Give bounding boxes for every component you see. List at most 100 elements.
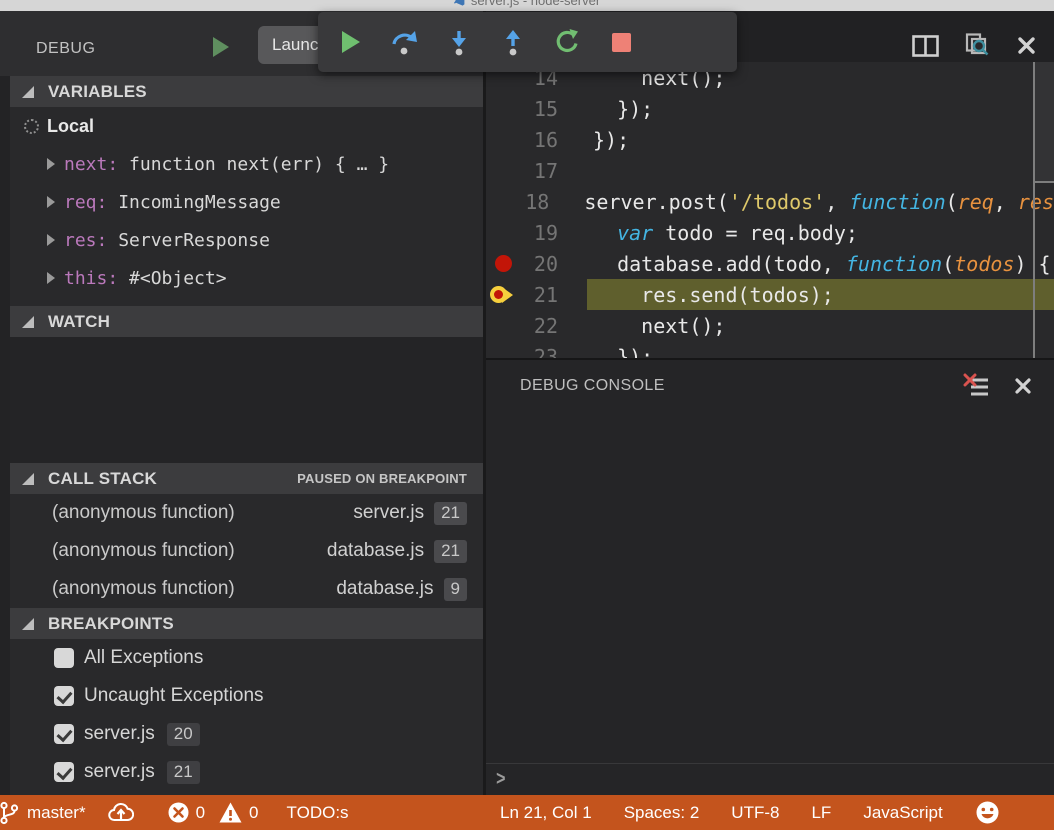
step-out-icon[interactable] xyxy=(493,20,533,64)
debug-sidebar: DEBUG Launch VARIABLES Local next: funct… xyxy=(0,11,483,795)
breakpoint-line-badge: 20 xyxy=(167,723,200,746)
language-mode-indicator[interactable]: JavaScript xyxy=(863,803,942,823)
git-branch-indicator[interactable]: master* xyxy=(2,801,86,825)
code-line: 21 res.send(todos); xyxy=(486,279,1054,310)
step-into-icon[interactable] xyxy=(439,20,479,64)
line-number: 21 xyxy=(520,283,558,307)
watch-section-header[interactable]: WATCH xyxy=(10,306,483,337)
breakpoint-icon xyxy=(495,255,512,272)
stop-icon[interactable] xyxy=(601,20,641,64)
console-prompt: > xyxy=(496,768,505,791)
breakpoint-gutter[interactable] xyxy=(486,93,520,124)
smiley-icon xyxy=(975,800,1000,825)
app-icon xyxy=(454,0,465,6)
debug-console-input[interactable]: > xyxy=(486,763,1054,795)
breakpoint-gutter[interactable] xyxy=(486,310,520,341)
split-editor-icon[interactable] xyxy=(912,35,939,57)
restart-icon[interactable] xyxy=(547,20,587,64)
debug-console-panel: DEBUG CONSOLE > xyxy=(486,358,1054,795)
editor-scrollbar-thumb[interactable] xyxy=(1035,62,1054,183)
debug-view-title: DEBUG xyxy=(36,40,95,58)
breakpoint-gutter[interactable] xyxy=(486,279,520,310)
breakpoint-checkbox[interactable] xyxy=(54,686,74,706)
code-line: 23 }); xyxy=(486,341,1054,358)
window-titlebar[interactable]: server.js - node-server xyxy=(0,0,1054,11)
code-line: 20 database.add(todo, function(todos) { xyxy=(486,248,1054,279)
code-line: 19 var todo = req.body; xyxy=(486,217,1054,248)
breakpoint-checkbox[interactable] xyxy=(54,762,74,782)
breakpoint-gutter[interactable] xyxy=(486,248,520,279)
eol-indicator[interactable]: LF xyxy=(811,803,831,823)
variable-row[interactable]: res: ServerResponse xyxy=(10,221,483,259)
continue-icon[interactable] xyxy=(331,20,371,64)
call-stack-section-header[interactable]: CALL STACK PAUSED ON BREAKPOINT xyxy=(10,463,483,494)
expand-icon xyxy=(47,196,55,208)
code-text: }); xyxy=(593,128,629,152)
code-text: server.post('/todos', function(req, res xyxy=(584,190,1054,214)
breakpoint-checkbox[interactable] xyxy=(54,648,74,668)
encoding-indicator[interactable]: UTF-8 xyxy=(731,803,779,823)
step-over-icon[interactable] xyxy=(385,20,425,64)
cursor-position-indicator[interactable]: Ln 21, Col 1 xyxy=(500,803,592,823)
breakpoints-section-header[interactable]: BREAKPOINTS xyxy=(10,608,483,639)
variable-name: this: xyxy=(64,268,118,289)
line-number: 16 xyxy=(520,128,558,152)
debug-toolbar xyxy=(318,12,737,72)
breakpoint-gutter[interactable] xyxy=(486,124,520,155)
breakpoint-gutter[interactable] xyxy=(486,341,520,358)
frame-location: database.js 21 xyxy=(327,540,467,563)
line-number: 22 xyxy=(520,314,558,338)
frame-line-badge: 21 xyxy=(434,540,467,563)
start-debug-icon[interactable] xyxy=(213,37,229,57)
variables-section-header[interactable]: VARIABLES xyxy=(10,76,483,107)
frame-name: (anonymous function) xyxy=(52,540,235,562)
breakpoint-row[interactable]: server.js20 xyxy=(10,715,483,753)
todo-indicator[interactable]: TODO:s xyxy=(287,803,349,823)
breakpoint-row[interactable]: Uncaught Exceptions xyxy=(10,677,483,715)
code-text: }); xyxy=(593,345,653,359)
warnings-indicator[interactable]: 0 xyxy=(219,802,258,823)
cloud-upload-icon xyxy=(108,802,134,824)
close-icon[interactable] xyxy=(1014,377,1032,395)
breakpoint-row[interactable]: All Exceptions xyxy=(10,639,483,677)
open-preview-icon[interactable] xyxy=(965,33,991,58)
warning-icon xyxy=(219,802,242,823)
sync-changes-button[interactable] xyxy=(108,802,134,824)
vscode-debug-window: server.js - node-server DEBUG Launch VAR… xyxy=(0,0,1054,830)
call-stack-frame[interactable]: (anonymous function) database.js 21 xyxy=(10,532,483,570)
frame-line-badge: 9 xyxy=(444,578,467,601)
git-branch-label: master* xyxy=(27,803,86,823)
variable-name: next: xyxy=(64,154,118,175)
frame-line-badge: 21 xyxy=(434,502,467,525)
breakpoint-checkbox[interactable] xyxy=(54,724,74,744)
frame-file: server.js xyxy=(353,502,424,524)
call-stack-frame[interactable]: (anonymous function)database.js9 xyxy=(10,570,483,608)
code-line: 22 next(); xyxy=(486,310,1054,341)
code-editor[interactable]: 14 next();15 });16});1718server.post('/t… xyxy=(486,62,1054,358)
frame-file: database.js xyxy=(327,540,424,562)
breakpoint-gutter[interactable] xyxy=(486,186,516,217)
errors-indicator[interactable]: 0 xyxy=(168,802,205,823)
clear-console-icon[interactable] xyxy=(963,373,990,400)
code-line: 16}); xyxy=(486,124,1054,155)
variable-row[interactable]: this: #<Object> xyxy=(10,259,483,297)
breakpoint-line-badge: 21 xyxy=(167,761,200,784)
line-number: 15 xyxy=(520,97,558,121)
breakpoint-row[interactable]: server.js 21 xyxy=(10,753,483,791)
call-stack-frame[interactable]: (anonymous function)server.js21 xyxy=(10,494,483,532)
collapse-icon xyxy=(22,618,34,630)
variable-name: req: xyxy=(64,192,107,213)
breakpoint-label: server.js xyxy=(84,761,155,783)
variable-row[interactable]: next: function next(err) { … } xyxy=(10,145,483,183)
errors-count: 0 xyxy=(196,803,205,823)
variable-row[interactable]: req: IncomingMessage xyxy=(10,183,483,221)
feedback-smiley-button[interactable] xyxy=(975,800,1000,825)
code-text: database.add(todo, function(todos) { xyxy=(593,252,1051,276)
indentation-indicator[interactable]: Spaces: 2 xyxy=(624,803,700,823)
variables-scope-row[interactable]: Local xyxy=(10,107,483,145)
breakpoints-list: All ExceptionsUncaught Exceptionsserver.… xyxy=(10,639,483,795)
breakpoint-gutter[interactable] xyxy=(486,217,520,248)
breakpoint-gutter[interactable] xyxy=(486,155,520,186)
breakpoints-section-title: BREAKPOINTS xyxy=(48,614,174,634)
close-icon[interactable] xyxy=(1017,36,1036,55)
